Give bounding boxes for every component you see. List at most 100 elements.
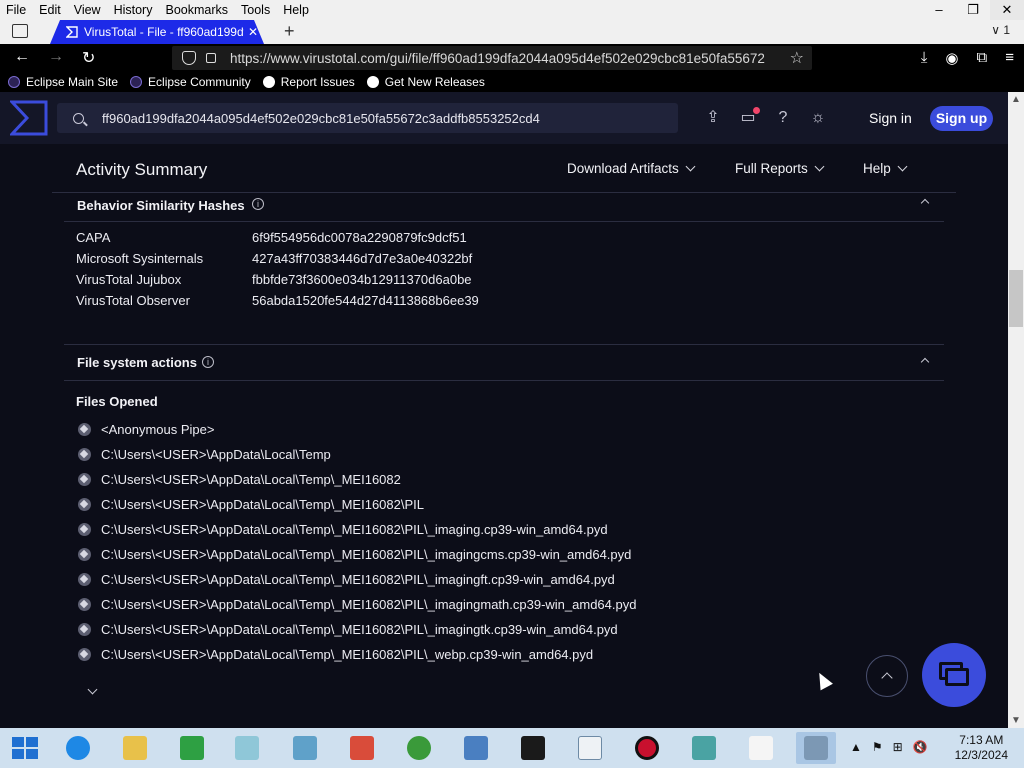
download-manager-icon[interactable] xyxy=(399,732,439,764)
new-tab-button[interactable]: + xyxy=(284,21,295,42)
info-icon[interactable]: i xyxy=(252,198,264,210)
scroll-up-icon[interactable]: ▲ xyxy=(1011,94,1021,105)
search-bar[interactable]: ff960ad199dfa2044a095d4ef502e029cbc81e50… xyxy=(57,103,678,133)
windows-taskbar: ▲ ⚑ ⊞ 🔇 7:13 AM 12/3/2024 xyxy=(0,728,1024,768)
chevron-up-icon[interactable] xyxy=(920,357,930,367)
network-status-icon[interactable]: ⊞ xyxy=(893,740,903,754)
tracking-shield-icon[interactable] xyxy=(182,51,196,65)
list-item[interactable]: C:\Users\<USER>\AppData\Local\Temp\_MEI1… xyxy=(78,522,608,537)
list-item[interactable]: <Anonymous Pipe> xyxy=(78,422,214,437)
clock[interactable]: 7:13 AM 12/3/2024 xyxy=(955,733,1008,763)
help-icon[interactable]: ? xyxy=(774,109,792,127)
hash-value[interactable]: 56abda1520fe544d27d4113868b6ee39 xyxy=(252,293,479,308)
help-menu[interactable]: Help xyxy=(863,161,908,176)
bookmark-eclipse-main[interactable]: Eclipse Main Site xyxy=(8,75,118,89)
show-hidden-icons-icon[interactable]: ▲ xyxy=(850,740,862,754)
bookmark-star-icon[interactable]: ☆ xyxy=(790,48,804,68)
restore-button[interactable]: ❐ xyxy=(956,0,990,20)
tab-virustotal[interactable]: VirusTotal - File - ff960ad199dfa ✕ xyxy=(50,20,264,44)
eclipse-icon xyxy=(8,76,20,88)
minimize-button[interactable]: – xyxy=(922,0,956,20)
hash-value[interactable]: fbbfde73f3600e034b12911370d6a0be xyxy=(252,272,472,287)
extensions-icon[interactable]: ⧉ xyxy=(977,49,988,67)
menu-history[interactable]: History xyxy=(108,3,160,17)
network-icon[interactable] xyxy=(456,732,496,764)
reload-icon[interactable]: ↻ xyxy=(82,48,95,68)
file-system-actions-header[interactable]: File system actions i xyxy=(64,344,944,381)
monitor-icon[interactable] xyxy=(796,732,836,764)
package-icon[interactable] xyxy=(342,732,382,764)
file-icon xyxy=(78,648,91,661)
back-arrow-icon[interactable]: ← xyxy=(14,48,30,66)
list-item[interactable]: C:\Users\<USER>\AppData\Local\Temp\_MEI1… xyxy=(78,572,615,587)
hash-value[interactable]: 427a43ff70383446d7d7e3a0e40322bf xyxy=(252,251,472,266)
url-text[interactable]: https://www.virustotal.com/gui/file/ff96… xyxy=(230,51,785,66)
scrollbar-thumb[interactable] xyxy=(1009,270,1023,327)
close-window-button[interactable]: ✕ xyxy=(990,0,1024,20)
download-artifacts-menu[interactable]: Download Artifacts xyxy=(567,161,696,176)
page-scrollbar[interactable]: ▲ ▼ xyxy=(1008,92,1024,728)
list-item[interactable]: C:\Users\<USER>\AppData\Local\Temp\_MEI1… xyxy=(78,622,618,637)
file-path: C:\Users\<USER>\AppData\Local\Temp\_MEI1… xyxy=(101,522,608,537)
menu-file[interactable]: File xyxy=(0,3,33,17)
notepad-icon[interactable] xyxy=(227,732,267,764)
account-icon[interactable]: ◉ xyxy=(945,49,958,67)
store-icon[interactable] xyxy=(172,732,212,764)
file-explorer-icon[interactable] xyxy=(115,732,155,764)
windows-logo-icon xyxy=(12,737,24,747)
document-icon[interactable] xyxy=(570,732,610,764)
bookmark-get-new-releases[interactable]: Get New Releases xyxy=(366,75,485,89)
bookmark-report-issues[interactable]: Report Issues xyxy=(262,75,355,89)
record-icon[interactable] xyxy=(627,732,667,764)
menu-view[interactable]: View xyxy=(68,3,108,17)
wireshark-icon[interactable] xyxy=(684,732,724,764)
menu-tools[interactable]: Tools xyxy=(235,3,277,17)
start-button[interactable] xyxy=(12,737,38,759)
bookmark-label: Get New Releases xyxy=(384,75,485,89)
lock-icon[interactable] xyxy=(206,53,216,63)
inkscape-icon[interactable] xyxy=(741,732,781,764)
list-item[interactable]: C:\Users\<USER>\AppData\Local\Temp\_MEI1… xyxy=(78,547,631,562)
address-bar[interactable]: https://www.virustotal.com/gui/file/ff96… xyxy=(172,46,812,70)
activity-summary-bar: Activity Summary Download Artifacts Full… xyxy=(52,144,956,193)
list-item[interactable]: C:\Users\<USER>\AppData\Local\Temp\_MEI1… xyxy=(78,647,593,662)
behavior-hashes-header[interactable]: Behavior Similarity Hashes i xyxy=(64,192,944,222)
scroll-to-top-button[interactable] xyxy=(866,655,908,697)
internet-explorer-icon[interactable] xyxy=(58,732,98,764)
flag-icon[interactable]: ⚑ xyxy=(872,740,883,754)
chevron-up-icon[interactable] xyxy=(920,198,930,208)
list-all-tabs-button[interactable]: ∨ 1 xyxy=(991,23,1010,37)
menu-bookmarks[interactable]: Bookmarks xyxy=(159,3,235,17)
list-item[interactable]: C:\Users\<USER>\AppData\Local\Temp\_MEI1… xyxy=(78,597,636,612)
forward-arrow-icon[interactable]: → xyxy=(48,48,64,66)
file-path: C:\Users\<USER>\AppData\Local\Temp\_MEI1… xyxy=(101,547,632,562)
sign-in-link[interactable]: Sign in xyxy=(869,110,912,126)
tab-overview-icon[interactable] xyxy=(12,24,28,38)
search-input[interactable]: ff960ad199dfa2044a095d4ef502e029cbc81e50… xyxy=(102,111,540,126)
menu-help[interactable]: Help xyxy=(277,3,316,17)
menu-edit[interactable]: Edit xyxy=(33,3,68,17)
sign-up-button[interactable]: Sign up xyxy=(930,106,993,131)
tab-title: VirusTotal - File - ff960ad199dfa xyxy=(84,25,244,39)
virustotal-logo-icon[interactable] xyxy=(10,100,48,136)
bookmark-eclipse-community[interactable]: Eclipse Community xyxy=(130,75,251,89)
hash-value[interactable]: 6f9f554956dc0078a2290879fc9dcf51 xyxy=(252,230,467,245)
toolbar-right: ⤓ ◉ ⧉ ≡ xyxy=(921,49,1014,67)
tab-close-icon[interactable]: ✕ xyxy=(248,25,258,39)
app-menu-icon[interactable]: ≡ xyxy=(1005,49,1014,67)
photos-icon[interactable] xyxy=(285,732,325,764)
chat-button[interactable] xyxy=(922,643,986,707)
expand-more-icon[interactable] xyxy=(87,684,98,695)
info-icon[interactable]: i xyxy=(202,356,214,368)
scroll-down-icon[interactable]: ▼ xyxy=(1011,715,1021,726)
volume-muted-icon[interactable]: 🔇 xyxy=(913,740,928,754)
terminal-icon[interactable] xyxy=(513,732,553,764)
list-item[interactable]: C:\Users\<USER>\AppData\Local\Temp\_MEI1… xyxy=(78,497,424,512)
list-item[interactable]: C:\Users\<USER>\AppData\Local\Temp xyxy=(78,447,331,462)
full-reports-menu[interactable]: Full Reports xyxy=(735,161,825,176)
chevron-down-icon xyxy=(897,161,908,172)
list-item[interactable]: C:\Users\<USER>\AppData\Local\Temp\_MEI1… xyxy=(78,472,401,487)
theme-toggle-icon[interactable]: ☼ xyxy=(809,109,827,127)
upload-icon[interactable]: ⇪ xyxy=(704,109,722,127)
downloads-icon[interactable]: ⤓ xyxy=(921,49,928,67)
